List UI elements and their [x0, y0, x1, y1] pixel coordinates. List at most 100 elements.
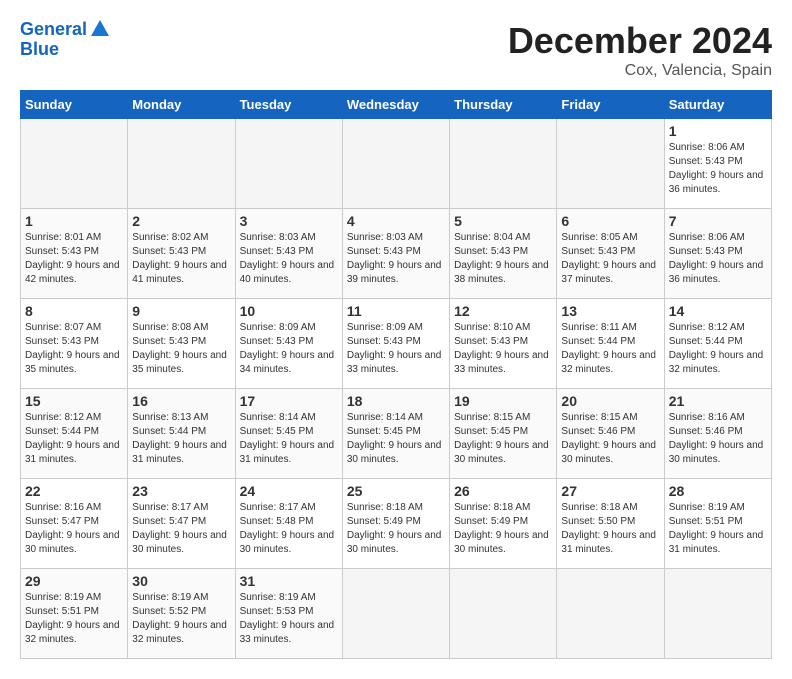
month-title: December 2024 — [508, 20, 772, 62]
day-info: Sunrise: 8:18 AMSunset: 5:50 PMDaylight:… — [561, 501, 659, 557]
calendar-day-cell — [342, 119, 449, 209]
calendar-day-cell: 5 Sunrise: 8:04 AMSunset: 5:43 PMDayligh… — [450, 209, 557, 299]
day-number: 11 — [347, 303, 445, 319]
day-info: Sunrise: 8:14 AMSunset: 5:45 PMDaylight:… — [240, 411, 338, 467]
calendar-day-cell: 15 Sunrise: 8:12 AMSunset: 5:44 PMDaylig… — [21, 389, 128, 479]
day-number: 15 — [25, 393, 123, 409]
calendar-day-cell: 20 Sunrise: 8:15 AMSunset: 5:46 PMDaylig… — [557, 389, 664, 479]
day-info: Sunrise: 8:16 AMSunset: 5:47 PMDaylight:… — [25, 501, 123, 557]
calendar-day-cell — [128, 119, 235, 209]
calendar-day-cell: 9 Sunrise: 8:08 AMSunset: 5:43 PMDayligh… — [128, 299, 235, 389]
calendar-day-cell: 18 Sunrise: 8:14 AMSunset: 5:45 PMDaylig… — [342, 389, 449, 479]
calendar-day-cell: 8 Sunrise: 8:07 AMSunset: 5:43 PMDayligh… — [21, 299, 128, 389]
day-number: 5 — [454, 213, 552, 229]
day-number: 10 — [240, 303, 338, 319]
calendar-day-cell: 25 Sunrise: 8:18 AMSunset: 5:49 PMDaylig… — [342, 479, 449, 569]
day-number: 9 — [132, 303, 230, 319]
day-number: 18 — [347, 393, 445, 409]
day-info: Sunrise: 8:06 AMSunset: 5:43 PMDaylight:… — [669, 231, 767, 287]
day-number: 1 — [669, 123, 767, 139]
calendar-day-cell: 2 Sunrise: 8:02 AMSunset: 5:43 PMDayligh… — [128, 209, 235, 299]
calendar-week-row: 15 Sunrise: 8:12 AMSunset: 5:44 PMDaylig… — [21, 389, 772, 479]
day-info: Sunrise: 8:12 AMSunset: 5:44 PMDaylight:… — [25, 411, 123, 467]
day-info: Sunrise: 8:12 AMSunset: 5:44 PMDaylight:… — [669, 321, 767, 377]
day-info: Sunrise: 8:14 AMSunset: 5:45 PMDaylight:… — [347, 411, 445, 467]
calendar-day-cell: 29 Sunrise: 8:19 AMSunset: 5:51 PMDaylig… — [21, 569, 128, 659]
day-info: Sunrise: 8:03 AMSunset: 5:43 PMDaylight:… — [347, 231, 445, 287]
day-number: 24 — [240, 483, 338, 499]
day-info: Sunrise: 8:19 AMSunset: 5:51 PMDaylight:… — [669, 501, 767, 557]
day-of-week-header: Wednesday — [342, 91, 449, 119]
calendar-day-cell — [557, 119, 664, 209]
day-info: Sunrise: 8:05 AMSunset: 5:43 PMDaylight:… — [561, 231, 659, 287]
day-number: 14 — [669, 303, 767, 319]
days-of-week-row: SundayMondayTuesdayWednesdayThursdayFrid… — [21, 91, 772, 119]
calendar-day-cell — [450, 569, 557, 659]
calendar-day-cell: 17 Sunrise: 8:14 AMSunset: 5:45 PMDaylig… — [235, 389, 342, 479]
day-info: Sunrise: 8:10 AMSunset: 5:43 PMDaylight:… — [454, 321, 552, 377]
calendar-day-cell: 14 Sunrise: 8:12 AMSunset: 5:44 PMDaylig… — [664, 299, 771, 389]
day-of-week-header: Thursday — [450, 91, 557, 119]
calendar-day-cell: 11 Sunrise: 8:09 AMSunset: 5:43 PMDaylig… — [342, 299, 449, 389]
day-number: 7 — [669, 213, 767, 229]
calendar-day-cell — [342, 569, 449, 659]
location: Cox, Valencia, Spain — [508, 62, 772, 80]
day-info: Sunrise: 8:09 AMSunset: 5:43 PMDaylight:… — [240, 321, 338, 377]
day-info: Sunrise: 8:13 AMSunset: 5:44 PMDaylight:… — [132, 411, 230, 467]
title-block: December 2024 Cox, Valencia, Spain — [508, 20, 772, 80]
day-number: 6 — [561, 213, 659, 229]
calendar-week-row: 22 Sunrise: 8:16 AMSunset: 5:47 PMDaylig… — [21, 479, 772, 569]
day-number: 29 — [25, 573, 123, 589]
calendar-day-cell: 30 Sunrise: 8:19 AMSunset: 5:52 PMDaylig… — [128, 569, 235, 659]
calendar-body: 1 Sunrise: 8:06 AMSunset: 5:43 PMDayligh… — [21, 119, 772, 659]
day-number: 13 — [561, 303, 659, 319]
day-info: Sunrise: 8:11 AMSunset: 5:44 PMDaylight:… — [561, 321, 659, 377]
day-number: 27 — [561, 483, 659, 499]
day-number: 31 — [240, 573, 338, 589]
calendar-day-cell — [450, 119, 557, 209]
logo: General Blue — [20, 20, 111, 60]
calendar-week-row: 1 Sunrise: 8:06 AMSunset: 5:43 PMDayligh… — [21, 119, 772, 209]
day-info: Sunrise: 8:18 AMSunset: 5:49 PMDaylight:… — [347, 501, 445, 557]
calendar-day-cell: 23 Sunrise: 8:17 AMSunset: 5:47 PMDaylig… — [128, 479, 235, 569]
day-info: Sunrise: 8:06 AMSunset: 5:43 PMDaylight:… — [669, 141, 767, 197]
day-number: 28 — [669, 483, 767, 499]
day-number: 2 — [132, 213, 230, 229]
calendar-table: SundayMondayTuesdayWednesdayThursdayFrid… — [20, 90, 772, 659]
day-info: Sunrise: 8:16 AMSunset: 5:46 PMDaylight:… — [669, 411, 767, 467]
day-of-week-header: Saturday — [664, 91, 771, 119]
calendar-day-cell: 28 Sunrise: 8:19 AMSunset: 5:51 PMDaylig… — [664, 479, 771, 569]
calendar-day-cell: 31 Sunrise: 8:19 AMSunset: 5:53 PMDaylig… — [235, 569, 342, 659]
day-number: 3 — [240, 213, 338, 229]
calendar-day-cell — [235, 119, 342, 209]
day-number: 26 — [454, 483, 552, 499]
day-number: 21 — [669, 393, 767, 409]
logo-text: General — [20, 20, 87, 40]
day-number: 16 — [132, 393, 230, 409]
calendar-day-cell: 3 Sunrise: 8:03 AMSunset: 5:43 PMDayligh… — [235, 209, 342, 299]
day-number: 25 — [347, 483, 445, 499]
day-info: Sunrise: 8:19 AMSunset: 5:53 PMDaylight:… — [240, 591, 338, 647]
calendar-day-cell: 26 Sunrise: 8:18 AMSunset: 5:49 PMDaylig… — [450, 479, 557, 569]
calendar-day-cell: 4 Sunrise: 8:03 AMSunset: 5:43 PMDayligh… — [342, 209, 449, 299]
calendar-day-cell — [21, 119, 128, 209]
day-info: Sunrise: 8:07 AMSunset: 5:43 PMDaylight:… — [25, 321, 123, 377]
calendar-day-cell: 7 Sunrise: 8:06 AMSunset: 5:43 PMDayligh… — [664, 209, 771, 299]
day-number: 17 — [240, 393, 338, 409]
calendar-day-cell: 6 Sunrise: 8:05 AMSunset: 5:43 PMDayligh… — [557, 209, 664, 299]
calendar-week-row: 8 Sunrise: 8:07 AMSunset: 5:43 PMDayligh… — [21, 299, 772, 389]
day-info: Sunrise: 8:09 AMSunset: 5:43 PMDaylight:… — [347, 321, 445, 377]
day-info: Sunrise: 8:17 AMSunset: 5:47 PMDaylight:… — [132, 501, 230, 557]
calendar-day-cell: 27 Sunrise: 8:18 AMSunset: 5:50 PMDaylig… — [557, 479, 664, 569]
calendar-day-cell: 16 Sunrise: 8:13 AMSunset: 5:44 PMDaylig… — [128, 389, 235, 479]
day-of-week-header: Monday — [128, 91, 235, 119]
calendar-day-cell: 22 Sunrise: 8:16 AMSunset: 5:47 PMDaylig… — [21, 479, 128, 569]
day-number: 23 — [132, 483, 230, 499]
day-of-week-header: Tuesday — [235, 91, 342, 119]
calendar-day-cell: 24 Sunrise: 8:17 AMSunset: 5:48 PMDaylig… — [235, 479, 342, 569]
day-info: Sunrise: 8:15 AMSunset: 5:45 PMDaylight:… — [454, 411, 552, 467]
calendar-day-cell: 1 Sunrise: 8:06 AMSunset: 5:43 PMDayligh… — [664, 119, 771, 209]
calendar-day-cell: 12 Sunrise: 8:10 AMSunset: 5:43 PMDaylig… — [450, 299, 557, 389]
day-number: 12 — [454, 303, 552, 319]
day-number: 30 — [132, 573, 230, 589]
